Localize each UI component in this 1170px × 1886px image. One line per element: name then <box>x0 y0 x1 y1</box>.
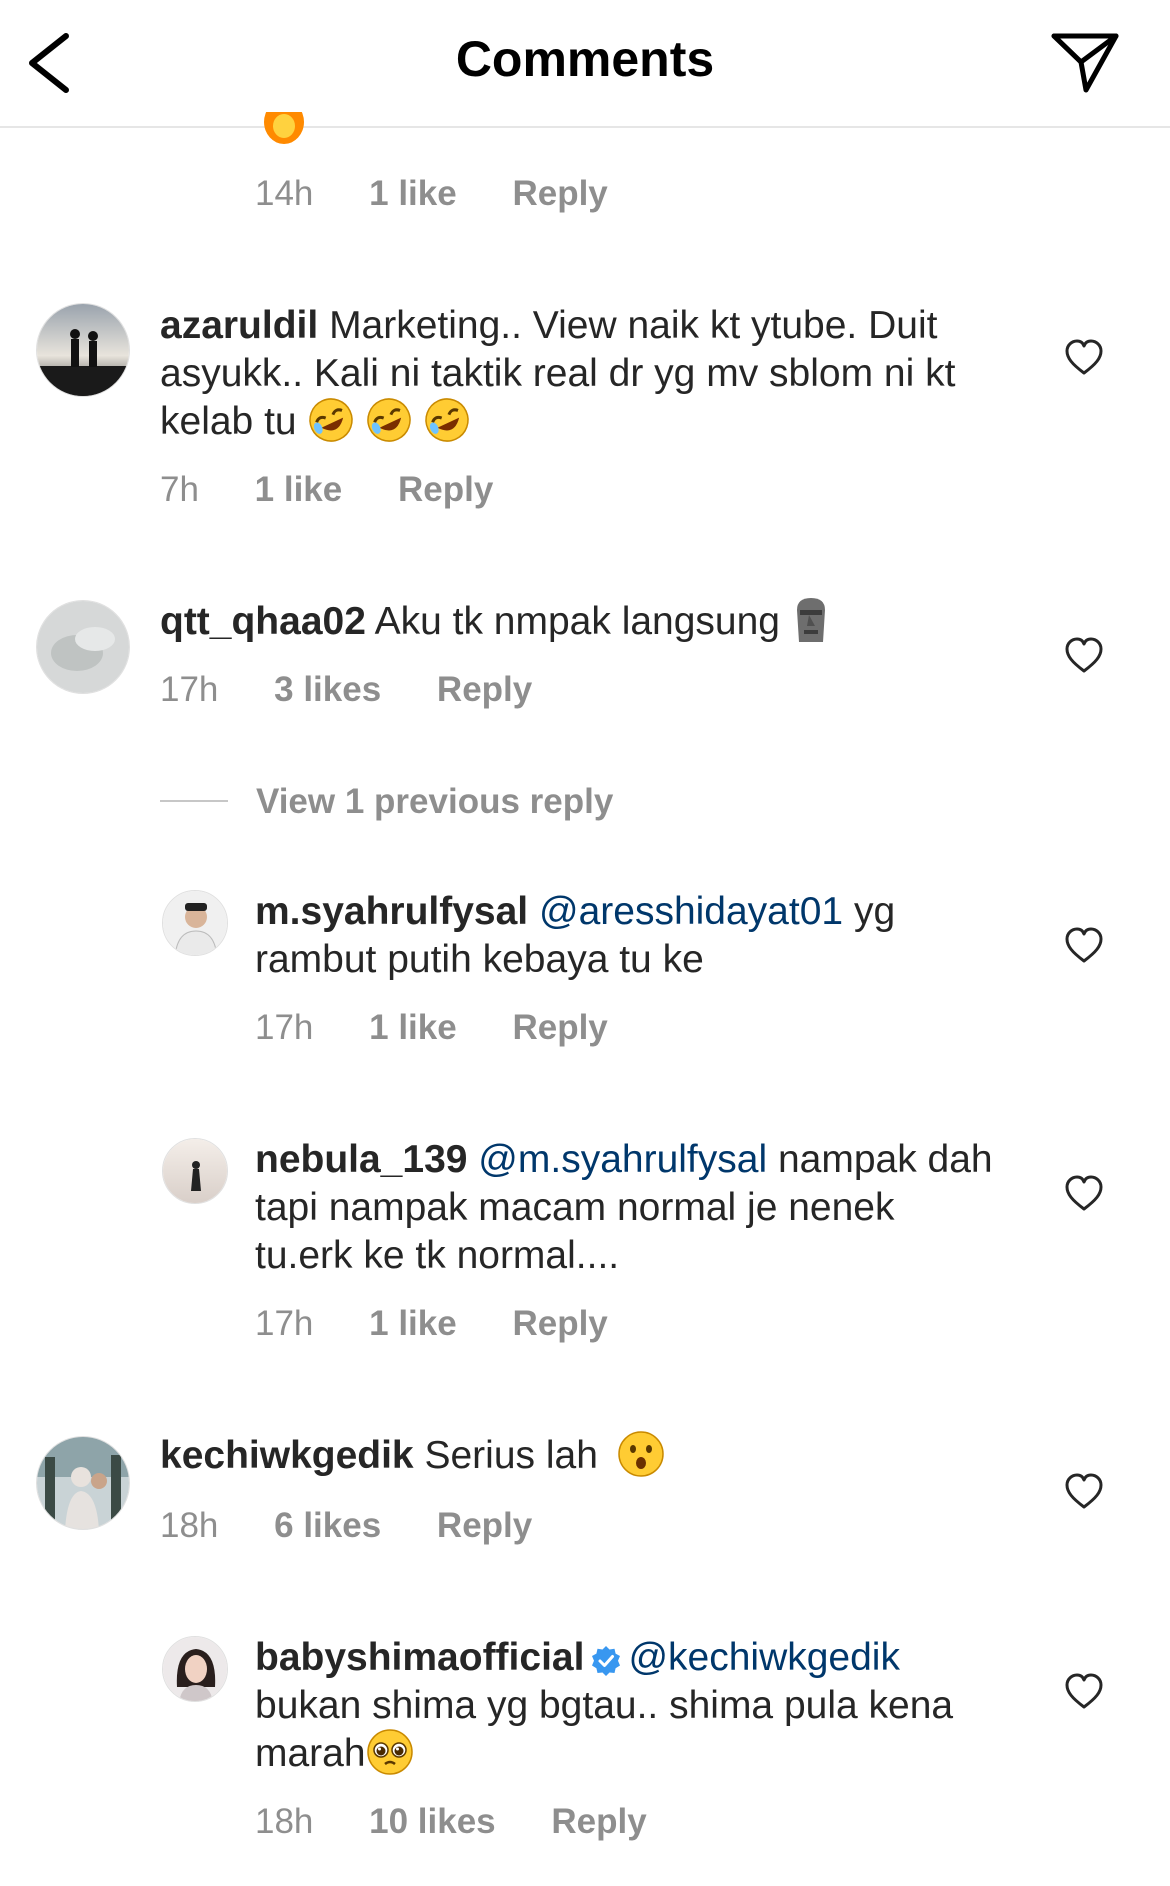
likes-count[interactable]: 1 like <box>369 1008 457 1048</box>
page-title: Comments <box>455 31 715 87</box>
mention-link[interactable]: @kechiwkgedik <box>628 1636 900 1679</box>
like-button[interactable] <box>1064 1472 1104 1512</box>
astonished-face-emoji <box>617 1430 665 1478</box>
rolling-laughing-emoji <box>365 396 413 444</box>
heart-icon <box>1065 1175 1103 1211</box>
moai-emoji <box>791 596 831 644</box>
comment-time: 17h <box>255 1304 314 1343</box>
comment-meta: 14h 1 like Reply <box>255 174 654 214</box>
reply-username[interactable]: babyshimaofficial <box>255 1636 584 1679</box>
reply-body: babyshimaofficial @kechiwkgedik bukan shi… <box>255 1634 995 1780</box>
mention-link[interactable]: @m.syahrulfysal <box>478 1138 767 1181</box>
heart-icon <box>1065 637 1103 673</box>
likes-count[interactable]: 3 likes <box>274 670 381 710</box>
divider-line <box>160 800 228 802</box>
reply-username[interactable]: nebula_139 <box>255 1138 467 1181</box>
comment-text: Aku tk nmpak langsung <box>374 600 780 643</box>
likes-count[interactable]: 1 like <box>369 1304 457 1344</box>
reply-button[interactable]: Reply <box>551 1802 646 1842</box>
avatar[interactable] <box>36 1436 130 1530</box>
reply-button[interactable]: Reply <box>398 470 493 510</box>
pleading-face-emoji <box>366 1728 414 1776</box>
like-button[interactable] <box>1064 338 1104 378</box>
avatar[interactable] <box>36 600 130 694</box>
share-button[interactable] <box>1048 28 1122 98</box>
reply-button[interactable]: Reply <box>512 1008 607 1048</box>
avatar[interactable] <box>162 890 228 956</box>
likes-count[interactable]: 10 likes <box>369 1802 496 1842</box>
comment-time: 17h <box>255 1008 314 1047</box>
comment-time: 17h <box>160 670 219 709</box>
comment-username[interactable]: qtt_qhaa02 <box>160 600 366 643</box>
reply-text: bukan shima yg bgtau.. shima pula kena m… <box>255 1684 954 1775</box>
reply-button[interactable]: Reply <box>512 1304 607 1344</box>
like-button[interactable] <box>1064 926 1104 966</box>
reply-button[interactable]: Reply <box>437 670 532 710</box>
avatar[interactable] <box>36 303 130 397</box>
header-bar: Comments <box>0 0 1170 128</box>
comment-time: 7h <box>160 470 199 509</box>
comment-time: 18h <box>160 1506 219 1545</box>
paper-plane-icon <box>1051 33 1119 93</box>
heart-icon <box>1065 1673 1103 1709</box>
reply-body: m.syahrulfysal @aresshidayat01 yg rambut… <box>255 888 995 984</box>
reply-body: nebula_139 @m.syahrulfysal nampak dah ta… <box>255 1136 995 1280</box>
reply-button[interactable]: Reply <box>512 174 607 214</box>
comment-time: 18h <box>255 1802 314 1841</box>
likes-count[interactable]: 1 like <box>255 470 343 510</box>
mention-link[interactable]: @aresshidayat01 <box>539 890 843 933</box>
like-button[interactable] <box>1064 1174 1104 1214</box>
avatar[interactable] <box>162 1138 228 1204</box>
likes-count[interactable]: 6 likes <box>274 1506 381 1546</box>
comment-meta: 17h 1 like Reply <box>255 1304 654 1344</box>
comment-text: Serius lah <box>424 1434 598 1477</box>
comment-username[interactable]: azaruldil <box>160 304 318 347</box>
verified-badge-icon <box>590 1641 622 1676</box>
rolling-laughing-emoji <box>423 396 471 444</box>
comment-username[interactable]: kechiwkgedik <box>160 1434 414 1477</box>
comment-body: qtt_qhaa02 Aku tk nmpak langsung <box>160 596 960 648</box>
comment-meta: 17h 3 likes Reply <box>160 670 578 710</box>
comment-meta: 17h 1 like Reply <box>255 1008 654 1048</box>
fire-emoji <box>262 112 306 152</box>
rolling-laughing-emoji <box>307 396 355 444</box>
reply-username[interactable]: m.syahrulfysal <box>255 890 528 933</box>
comment-body: azaruldil Marketing.. View naik kt ytube… <box>160 302 960 448</box>
heart-icon <box>1065 339 1103 375</box>
heart-icon <box>1065 927 1103 963</box>
avatar[interactable] <box>162 1636 228 1702</box>
comment-meta: 18h 10 likes Reply <box>255 1802 693 1842</box>
heart-icon <box>1065 1473 1103 1509</box>
comment-time: 14h <box>255 174 314 213</box>
view-replies-label[interactable]: View 1 previous reply <box>256 782 613 822</box>
likes-count[interactable]: 1 like <box>369 174 457 214</box>
comment-meta: 18h 6 likes Reply <box>160 1506 578 1546</box>
comment-body: kechiwkgedik Serius lah <box>160 1430 960 1482</box>
like-button[interactable] <box>1064 1672 1104 1712</box>
like-button[interactable] <box>1064 636 1104 676</box>
comment-meta: 7h 1 like Reply <box>160 470 539 510</box>
reply-button[interactable]: Reply <box>437 1506 532 1546</box>
